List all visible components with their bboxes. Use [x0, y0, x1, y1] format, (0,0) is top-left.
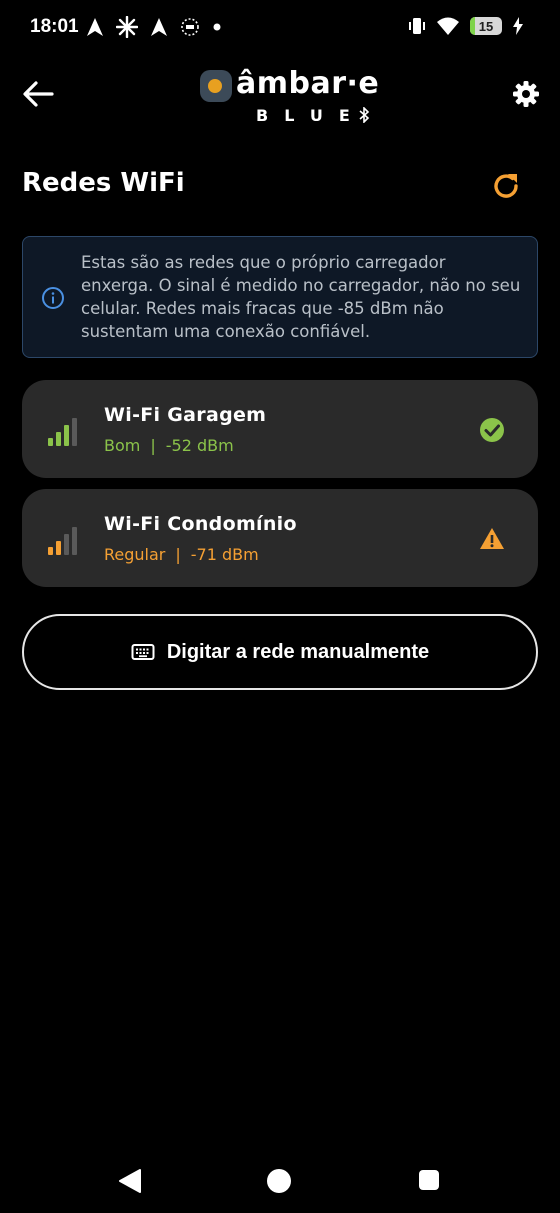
settings-button[interactable] [508, 76, 544, 112]
refresh-icon [494, 174, 518, 198]
network-quality: Regular [104, 545, 166, 564]
info-icon [42, 287, 64, 309]
wifi-icon [437, 17, 459, 35]
logo-word: âmbar·e [236, 66, 380, 101]
network-name: Wi-Fi Garagem [104, 404, 267, 426]
app-header: âmbar·e BLUE [0, 60, 560, 132]
network-item[interactable]: Wi-Fi Condomínio Regular | -71 dBm [22, 489, 538, 587]
logo-subtitle: BLUE [256, 106, 366, 125]
network-name: Wi-Fi Condomínio [104, 513, 297, 535]
charging-bolt-icon [513, 17, 523, 35]
gear-icon [513, 81, 539, 107]
sun-badge-icon [181, 18, 199, 36]
system-nav-bar [0, 1150, 560, 1210]
signal-strength-icon [48, 418, 77, 446]
network-meta-separator: | [150, 436, 156, 455]
logo-mark-icon [200, 70, 232, 102]
battery-icon: 15 [470, 17, 502, 35]
vibrate-icon [409, 18, 425, 34]
signal-strength-icon [48, 527, 77, 555]
check-circle-icon [480, 418, 504, 442]
network-meta: Regular | -71 dBm [104, 545, 259, 564]
info-text: Estas são as redes que o próprio carrega… [81, 253, 521, 341]
network-meta: Bom | -52 dBm [104, 436, 234, 455]
bluetooth-icon [359, 107, 370, 123]
status-notification-icons [86, 16, 222, 38]
nav-back-icon[interactable] [118, 1168, 142, 1194]
manual-network-label: Digitar a rede manualmente [166, 640, 430, 663]
network-quality: Bom [104, 436, 141, 455]
status-bar: 18:01 15 [0, 0, 560, 56]
battery-level: 15 [478, 18, 494, 34]
network-item[interactable]: Wi-Fi Garagem Bom | -52 dBm [22, 380, 538, 478]
app-logo: âmbar·e BLUE [200, 66, 380, 128]
navigation-arrow-icon [151, 18, 167, 36]
nav-recents-icon[interactable] [419, 1170, 439, 1190]
warning-icon [480, 528, 504, 549]
status-system-icons: 15 [408, 16, 524, 36]
nav-home-icon[interactable] [267, 1169, 291, 1193]
info-box: Estas são as redes que o próprio carrega… [22, 236, 538, 358]
status-time: 18:01 [30, 16, 79, 37]
navigation-arrow-icon [87, 18, 103, 36]
page-title: Redes WiFi [22, 168, 185, 198]
network-signal: -71 dBm [190, 545, 259, 564]
manual-network-button[interactable]: Digitar a rede manualmente [22, 614, 538, 690]
sparkle-icon [116, 16, 138, 38]
network-meta-separator: | [175, 545, 181, 564]
dot-icon [213, 23, 221, 31]
network-signal: -52 dBm [165, 436, 234, 455]
arrow-left-icon [23, 81, 54, 107]
refresh-button[interactable] [488, 168, 524, 204]
back-button[interactable] [20, 76, 56, 112]
keyboard-icon [131, 644, 155, 660]
